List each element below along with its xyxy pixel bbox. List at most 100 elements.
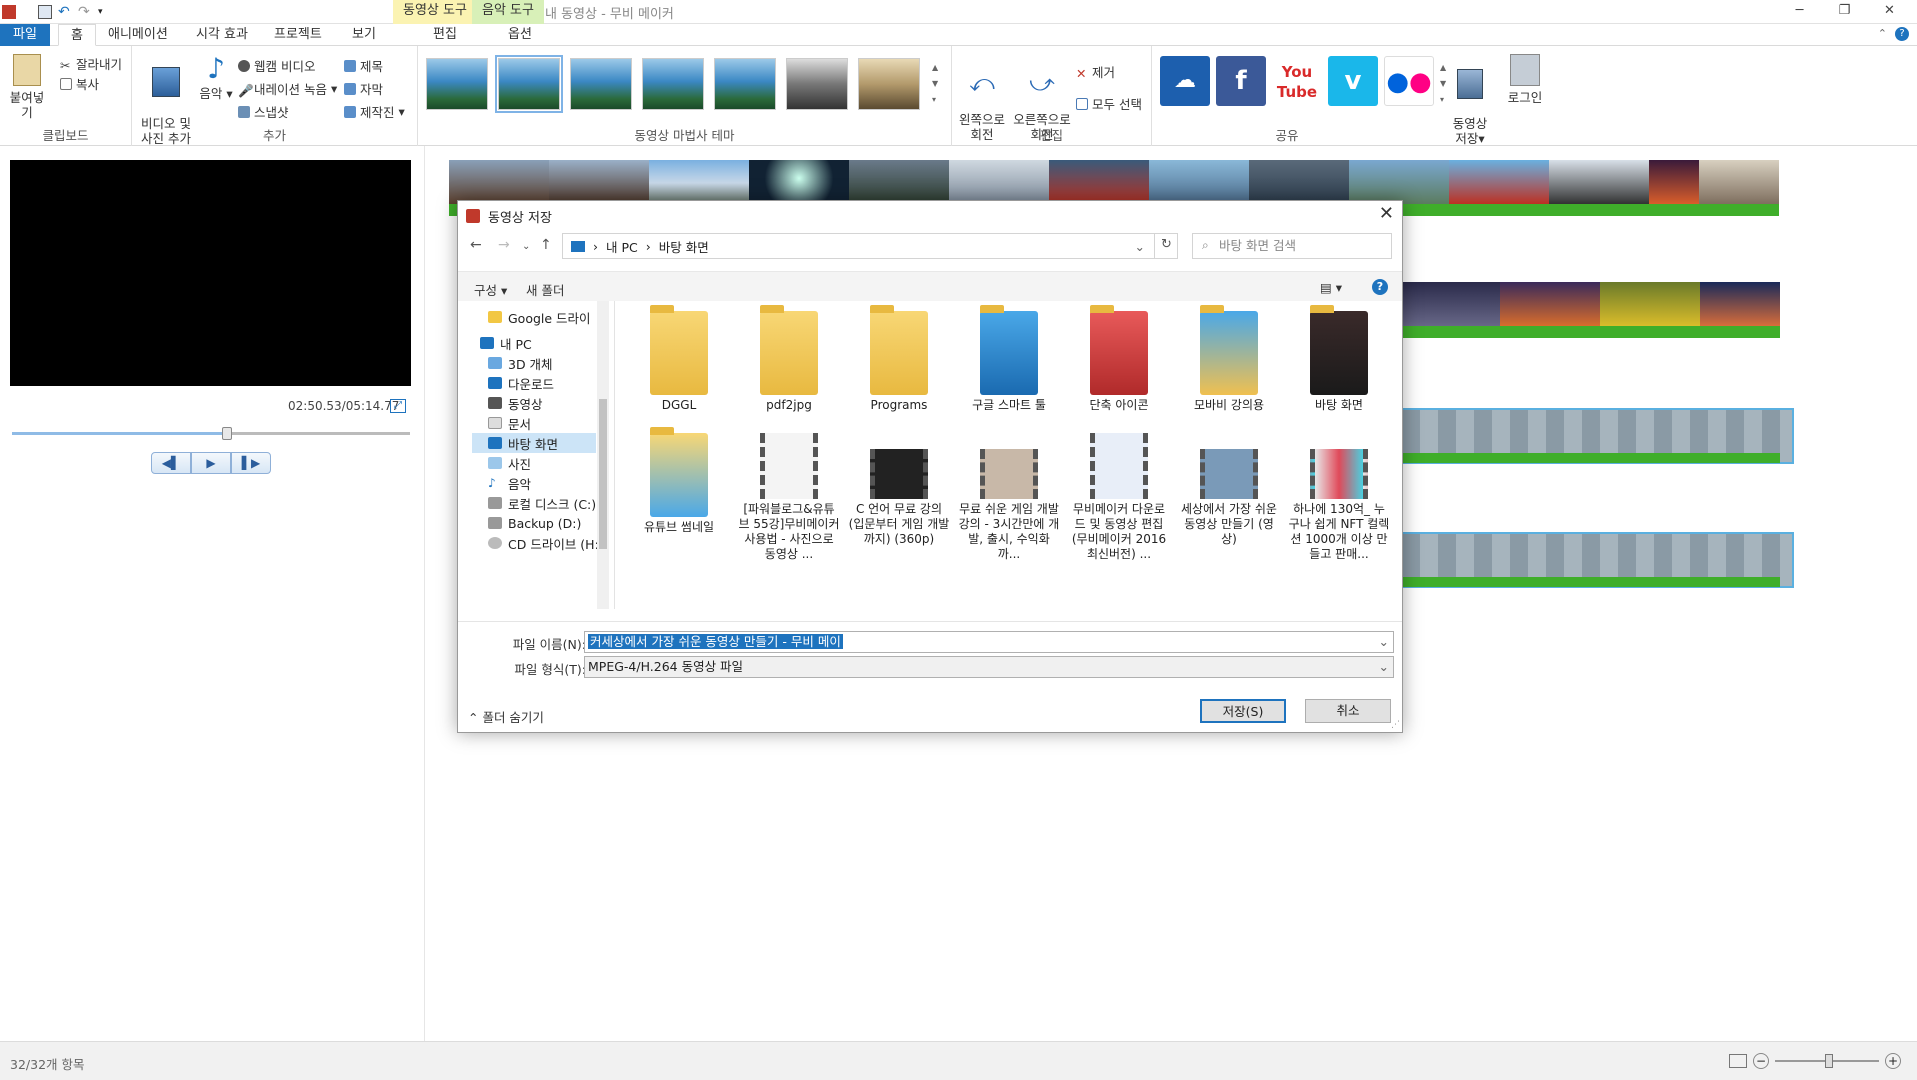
breadcrumb-desktop[interactable]: 바탕 화면 <box>659 237 709 256</box>
tree-item-music[interactable]: ♪ 음악 <box>488 473 531 493</box>
zoom-slider[interactable] <box>1775 1054 1879 1068</box>
file-item[interactable]: 모바비 강의용 <box>1178 305 1280 413</box>
breadcrumb-my-pc[interactable]: 내 PC <box>606 237 638 256</box>
clip-thumbnail[interactable] <box>1600 282 1700 328</box>
tab-view[interactable]: 보기 <box>340 24 388 46</box>
tab-options[interactable]: 옵션 <box>485 24 555 46</box>
address-bar[interactable]: › 내 PC › 바탕 화면 ⌄ <box>562 233 1178 259</box>
view-options-icon[interactable]: ▤ ▾ <box>1320 280 1342 295</box>
file-item[interactable]: 하나에 130억_ 누구나 쉽게 NFT 컬렉션 1000개 이상 만들고 판매… <box>1288 433 1390 562</box>
add-music-button[interactable]: ♪ 음악 ▾ <box>196 52 236 101</box>
tab-file[interactable]: 파일 <box>0 24 50 46</box>
tree-item-3d-objects[interactable]: 3D 개체 <box>488 353 553 373</box>
recent-locations-icon[interactable]: ⌄ <box>522 241 530 252</box>
audio-track[interactable] <box>1400 453 1780 463</box>
paste-button[interactable]: 붙여넣기 <box>6 54 48 120</box>
tree-item-documents[interactable]: 문서 <box>488 413 531 433</box>
login-button[interactable]: 로그인 <box>1500 54 1550 105</box>
file-item[interactable]: [파워블로그&유튜브 55강]무비메이커 사용법 - 사진으로 동영상 ... <box>738 433 840 562</box>
theme-thumbnail[interactable] <box>858 58 920 110</box>
theme-scroll-icon[interactable]: ▲ ▼ ▾ <box>932 60 938 108</box>
title-button[interactable]: 제목 <box>344 56 383 75</box>
copy-button[interactable]: 복사 <box>60 74 99 93</box>
record-narration-button[interactable]: 🎤 내레이션 녹음 ▾ <box>238 79 337 98</box>
zoom-out-button[interactable]: − <box>1753 1053 1769 1069</box>
tree-item-google-drive[interactable]: Google 드라이 <box>488 307 591 327</box>
new-folder-button[interactable]: 새 폴더 <box>526 280 564 299</box>
file-item[interactable]: pdf2jpg <box>738 305 840 413</box>
file-item[interactable]: Programs <box>848 305 950 413</box>
clip-thumbnail[interactable] <box>1699 160 1779 206</box>
clip-thumbnail[interactable] <box>1700 282 1780 328</box>
minimize-button[interactable]: ─ <box>1777 0 1822 24</box>
tab-edit[interactable]: 편집 <box>405 24 485 46</box>
seek-knob[interactable] <box>221 427 232 440</box>
file-item[interactable]: 무료 쉬운 게임 개발 강의 - 3시간만에 개발, 출시, 수익화까... <box>958 433 1060 562</box>
select-all-button[interactable]: 모두 선택 <box>1076 94 1142 113</box>
previous-frame-button[interactable]: ◀▌ <box>151 452 191 474</box>
chevron-down-icon[interactable]: ⌄ <box>1379 657 1389 677</box>
youtube-icon[interactable]: You Tube <box>1272 56 1322 106</box>
clip-thumbnail[interactable] <box>1400 282 1500 328</box>
thumbnail-size-icon[interactable] <box>1729 1054 1747 1068</box>
flickr-icon[interactable]: ●● <box>1384 56 1434 106</box>
redo-icon[interactable]: ↷ <box>78 5 92 19</box>
fullscreen-icon[interactable]: ⤢ <box>390 399 406 413</box>
audio-track-row[interactable] <box>1400 577 1780 587</box>
clip-thumbnail[interactable] <box>1449 160 1549 206</box>
audio-track[interactable] <box>1400 577 1780 587</box>
remove-button[interactable]: ✕ 제거 <box>1076 62 1115 81</box>
file-item[interactable]: 세상에서 가장 쉬운 동영상 만들기 (영상) <box>1178 433 1280 547</box>
file-item[interactable]: C 언어 무료 강의 (입문부터 게임 개발까지) (360p) <box>848 433 950 547</box>
tab-project[interactable]: 프로젝트 <box>262 24 334 46</box>
play-button[interactable]: ▶ <box>191 452 231 474</box>
filename-input[interactable]: 커세상에서 가장 쉬운 동영상 만들기 - 무비 메이 ⌄ <box>584 631 1394 653</box>
file-item[interactable]: DGGL <box>628 305 730 413</box>
dialog-close-button[interactable]: ✕ <box>1379 203 1394 224</box>
restore-button[interactable]: ❐ <box>1822 0 1867 24</box>
file-item[interactable]: 단축 아이콘 <box>1068 305 1170 413</box>
tree-item-downloads[interactable]: 다운로드 <box>488 373 554 393</box>
seek-bar[interactable] <box>12 427 410 440</box>
tab-animation[interactable]: 애니메이션 <box>96 24 180 46</box>
onedrive-icon[interactable]: ☁ <box>1160 56 1210 106</box>
file-item[interactable]: 무비메이커 다운로드 및 동영상 편집 (무비메이커 2016최신버전) ... <box>1068 433 1170 562</box>
theme-thumbnail[interactable] <box>786 58 848 110</box>
collapse-ribbon-icon[interactable]: ⌃ <box>1878 27 1887 40</box>
storyboard-row[interactable] <box>1400 282 1780 338</box>
next-frame-button[interactable]: ▌▶ <box>231 452 271 474</box>
theme-thumbnail[interactable] <box>642 58 704 110</box>
forward-arrow-icon[interactable]: → <box>498 237 510 253</box>
tree-item-local-disk-c[interactable]: 로컬 디스크 (C:) <box>488 493 596 513</box>
file-item[interactable]: 바탕 화면 <box>1288 305 1390 413</box>
tab-home[interactable]: 홈 <box>58 24 96 46</box>
back-arrow-icon[interactable]: ← <box>470 237 482 253</box>
clip-thumbnail[interactable] <box>1500 282 1600 328</box>
caption-button[interactable]: 자막 <box>344 79 383 98</box>
theme-thumbnail[interactable] <box>426 58 488 110</box>
help-icon[interactable]: ? <box>1372 279 1388 295</box>
theme-thumbnail[interactable] <box>495 55 563 113</box>
tree-item-desktop[interactable]: 바탕 화면 <box>472 433 596 453</box>
cancel-button[interactable]: 취소 <box>1305 699 1391 723</box>
tree-item-cd-drive-h[interactable]: CD 드라이브 (H: <box>488 533 599 553</box>
help-icon[interactable]: ? <box>1895 27 1909 41</box>
tree-item-my-pc[interactable]: 내 PC <box>480 333 532 353</box>
tree-item-videos[interactable]: 동영상 <box>488 393 543 413</box>
theme-thumbnail[interactable] <box>714 58 776 110</box>
refresh-button[interactable]: ↻ <box>1154 233 1178 259</box>
close-button[interactable]: ✕ <box>1867 0 1912 24</box>
snapshot-button[interactable]: 스냅샷 <box>238 102 289 121</box>
save-icon[interactable] <box>38 5 52 19</box>
filetype-select[interactable]: MPEG-4/H.264 동영상 파일 ⌄ <box>584 656 1394 678</box>
chevron-down-icon[interactable]: ▾ <box>98 5 112 19</box>
file-item[interactable]: 구글 스마트 툴 <box>958 305 1060 413</box>
chevron-down-icon[interactable]: ⌄ <box>1379 632 1389 652</box>
cut-button[interactable]: ✂ 잘라내기 <box>60 54 122 73</box>
scrollbar-thumb[interactable] <box>599 399 607 549</box>
clip-thumbnail[interactable] <box>1549 160 1649 206</box>
audio-track-row[interactable] <box>1400 453 1780 463</box>
search-input[interactable]: 바탕 화면 검색 <box>1192 233 1392 259</box>
tab-visual-effects[interactable]: 시각 효과 <box>184 24 260 46</box>
organize-button[interactable]: 구성 ▾ <box>474 280 507 299</box>
